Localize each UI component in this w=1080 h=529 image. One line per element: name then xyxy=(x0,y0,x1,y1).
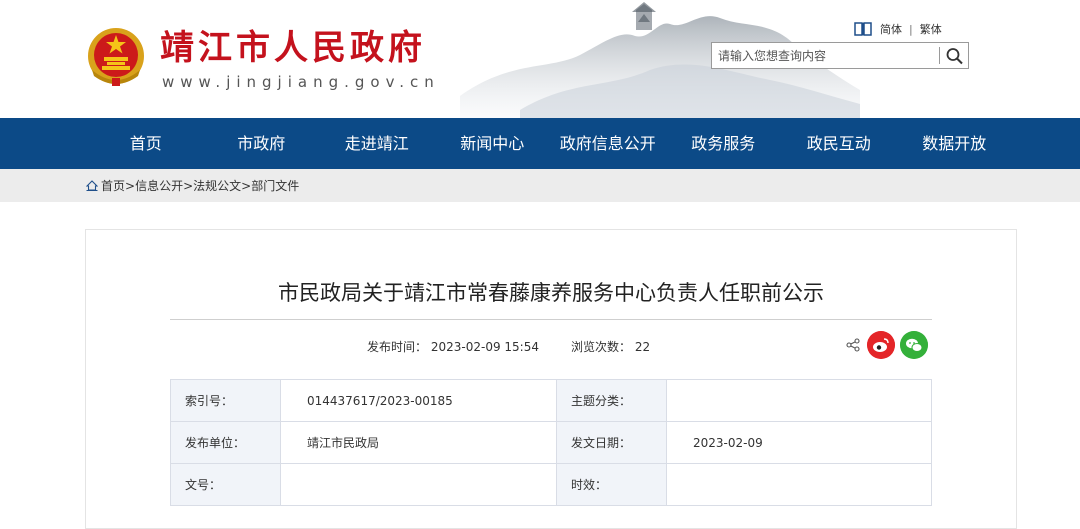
search-icon[interactable] xyxy=(942,44,968,68)
issuing-unit-value: 靖江市民政局 xyxy=(280,421,557,464)
main-nav: 首页 市政府 走进靖江 新闻中心 政府信息公开 政务服务 政民互动 数据开放 xyxy=(0,118,1080,169)
publish-time-label: 发布时间： xyxy=(367,340,428,354)
lang-separator: | xyxy=(909,22,913,36)
document-number-value xyxy=(280,463,557,506)
breadcrumb: 首页 > 信息公开 > 法规公文 > 部门文件 xyxy=(86,169,299,202)
subject-category-value xyxy=(666,379,932,422)
article-card: 市民政局关于靖江市常春藤康养服务中心负责人任职前公示 发布时间： 2023-02… xyxy=(85,229,1017,529)
nav-item-public-interaction[interactable]: 政民互动 xyxy=(781,118,897,169)
table-row: 文号： 时效： xyxy=(170,463,932,506)
info-table: 索引号： 014437617/2023-00185 主题分类： 发布单位： 靖江… xyxy=(170,379,932,506)
breadcrumb-regulations[interactable]: 法规公文 xyxy=(193,177,241,194)
nav-item-gov-info-disclosure[interactable]: 政府信息公开 xyxy=(550,118,666,169)
table-row: 索引号： 014437617/2023-00185 主题分类： xyxy=(170,379,932,422)
weibo-icon[interactable] xyxy=(867,331,895,359)
search-input[interactable] xyxy=(712,43,938,68)
article-title: 市民政局关于靖江市常春藤康养服务中心负责人任职前公示 xyxy=(278,281,824,305)
breadcrumb-info-disclosure[interactable]: 信息公开 xyxy=(135,177,183,194)
document-number-label: 文号： xyxy=(170,463,281,506)
nav-item-city-government[interactable]: 市政府 xyxy=(204,118,320,169)
publish-time-value: 2023-02-09 15:54 xyxy=(430,340,539,354)
share-icon[interactable] xyxy=(846,338,860,352)
publish-time: 发布时间： 2023-02-09 15:54 xyxy=(367,338,539,355)
book-icon xyxy=(854,22,872,36)
search-box xyxy=(711,42,969,69)
breadcrumb-bar: 首页 > 信息公开 > 法规公文 > 部门文件 xyxy=(0,169,1080,202)
title-divider xyxy=(170,319,932,320)
nav-item-open-data[interactable]: 数据开放 xyxy=(897,118,1013,169)
lang-simplified-link[interactable]: 简体 xyxy=(880,21,902,37)
wechat-icon[interactable] xyxy=(900,331,928,359)
language-switcher: 简体 | 繁体 xyxy=(854,20,942,38)
search-divider xyxy=(939,47,940,64)
home-icon xyxy=(86,180,98,191)
breadcrumb-home[interactable]: 首页 xyxy=(101,177,125,194)
view-count-value: 22 xyxy=(634,340,651,354)
issuing-unit-label: 发布单位： xyxy=(170,421,281,464)
breadcrumb-separator: > xyxy=(183,178,194,193)
issue-date-label: 发文日期： xyxy=(556,421,667,464)
site-header: 靖江市人民政府 www.jingjiang.gov.cn 简体 | 繁体 xyxy=(0,0,1080,118)
breadcrumb-separator: > xyxy=(241,178,252,193)
validity-label: 时效： xyxy=(556,463,667,506)
nav-item-gov-services[interactable]: 政务服务 xyxy=(666,118,782,169)
view-count: 浏览次数： 22 xyxy=(571,338,650,355)
issue-date-value: 2023-02-09 xyxy=(666,421,932,464)
validity-value xyxy=(666,463,932,506)
site-title[interactable]: 靖江市人民政府 xyxy=(160,26,426,70)
index-number-label: 索引号： xyxy=(170,379,281,422)
breadcrumb-department-docs[interactable]: 部门文件 xyxy=(251,177,299,194)
view-count-label: 浏览次数： xyxy=(571,340,632,354)
table-row: 发布单位： 靖江市民政局 发文日期： 2023-02-09 xyxy=(170,421,932,464)
subject-category-label: 主题分类： xyxy=(556,379,667,422)
nav-item-home[interactable]: 首页 xyxy=(88,118,204,169)
index-number-value: 014437617/2023-00185 xyxy=(280,379,557,422)
nav-item-news-center[interactable]: 新闻中心 xyxy=(435,118,551,169)
breadcrumb-separator: > xyxy=(125,178,136,193)
nav-item-about-jingjiang[interactable]: 走进靖江 xyxy=(319,118,435,169)
lang-traditional-link[interactable]: 繁体 xyxy=(920,21,942,37)
site-domain: www.jingjiang.gov.cn xyxy=(162,73,440,91)
emblem-logo[interactable] xyxy=(86,26,146,88)
